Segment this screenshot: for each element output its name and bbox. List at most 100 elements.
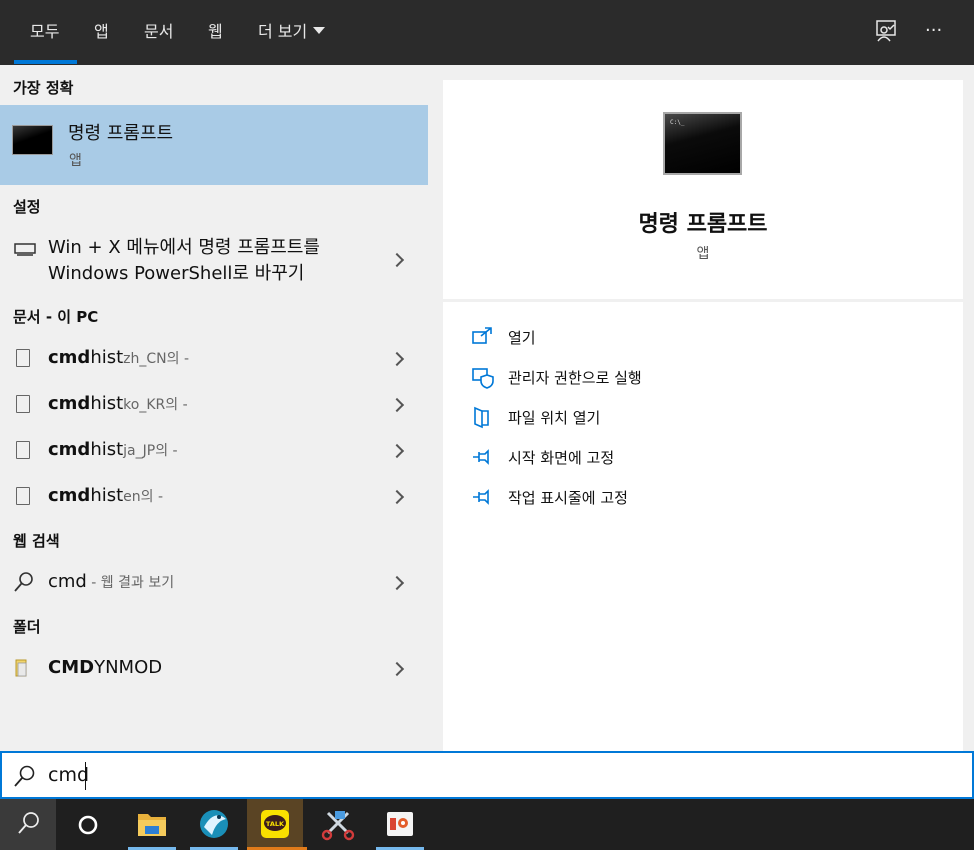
open-icon (472, 327, 492, 344)
chevron-right-icon[interactable] (389, 443, 405, 459)
snipping-tool-icon (321, 811, 355, 841)
best-match-subtitle: 앱 (69, 153, 82, 169)
app-subtitle: 앱 (696, 246, 710, 262)
document-icon (16, 487, 30, 505)
results-pane: 가장 정확 명령 프롬프트 앱 설정 Win + X 메뉴에서 명령 프롬프트를… (0, 65, 428, 751)
settings-item-label: Win + X 메뉴에서 명령 프롬프트를 Windows PowerShell… (48, 235, 320, 287)
folder-name-rest: YNMOD (94, 657, 163, 678)
folder-label: CMDYNMOD (48, 657, 162, 678)
chevron-right-icon[interactable] (389, 397, 405, 413)
folder-icon (15, 658, 29, 682)
settings-item-line1: Win + X 메뉴에서 명령 프롬프트를 (48, 237, 320, 258)
document-location: zh_CN의 - (123, 351, 190, 367)
chevron-right-icon[interactable] (389, 489, 405, 505)
display-settings-icon (14, 242, 36, 261)
taskbar-photos-app[interactable] (372, 799, 428, 850)
documents-header: 문서 - 이 PC (13, 308, 99, 326)
best-match-header: 가장 정확 (13, 79, 74, 97)
settings-item[interactable]: Win + X 메뉴에서 명령 프롬프트를 Windows PowerShell… (0, 231, 428, 289)
document-match-text: cmd (48, 439, 91, 460)
document-match-text: cmd (48, 485, 91, 506)
photos-app-icon (387, 812, 413, 836)
tab-all[interactable]: 모두 (30, 20, 59, 44)
document-item[interactable]: cmdhistja_JP의 - (0, 433, 428, 467)
best-match-title: 명령 프롬프트 (68, 123, 174, 144)
action-label: 시작 화면에 고정 (508, 449, 615, 467)
document-name-rest: hist (90, 347, 124, 368)
command-prompt-icon (12, 125, 53, 155)
action-label: 열기 (508, 329, 536, 347)
command-prompt-icon: C:\_ (663, 112, 742, 175)
action-label: 작업 표시줄에 고정 (508, 489, 628, 507)
web-search-suffix: - 웹 결과 보기 (86, 575, 175, 591)
feedback-icon[interactable] (873, 18, 899, 44)
search-filter-bar: 모두 앱 문서 웹 더 보기 ··· (0, 0, 974, 65)
document-match-text: cmd (48, 393, 91, 414)
tab-documents[interactable]: 문서 (144, 20, 173, 44)
settings-item-line2: Windows PowerShell로 바꾸기 (48, 263, 305, 284)
document-label: cmdhistko_KR의 - (48, 393, 188, 414)
taskbar-app[interactable] (186, 799, 242, 850)
document-icon (16, 349, 30, 367)
tab-more[interactable]: 더 보기 (258, 20, 326, 44)
cortana-icon (78, 815, 98, 835)
file-location-icon (474, 406, 489, 429)
pin-icon (473, 449, 489, 465)
taskbar-snipping-tool[interactable] (310, 799, 366, 850)
document-item[interactable]: cmdhistzh_CN의 - (0, 341, 428, 375)
chevron-right-icon[interactable] (389, 351, 405, 367)
document-item[interactable]: cmdhisten의 - (0, 479, 428, 513)
taskbar-search-button[interactable] (0, 799, 56, 850)
search-icon (18, 812, 39, 834)
app-icon (200, 810, 228, 838)
web-search-header: 웹 검색 (13, 532, 60, 550)
pin-icon (473, 489, 489, 505)
kakaotalk-icon: TALK (261, 810, 289, 838)
document-location: ja_JP의 - (123, 443, 178, 459)
taskbar-cortana-button[interactable] (60, 799, 116, 850)
taskbar: TALK (0, 799, 974, 850)
admin-shield-icon (472, 368, 494, 389)
tab-more-label: 더 보기 (258, 22, 308, 41)
web-search-label: cmd - 웹 결과 보기 (48, 571, 174, 592)
document-match-text: cmd (48, 347, 91, 368)
chevron-right-icon[interactable] (389, 575, 405, 591)
chevron-right-icon[interactable] (389, 661, 405, 677)
search-icon (12, 570, 36, 598)
taskbar-kakaotalk[interactable]: TALK (247, 799, 307, 850)
text-cursor (85, 762, 86, 790)
best-match-item[interactable]: 명령 프롬프트 앱 (0, 105, 428, 185)
svg-text:C:\_: C:\_ (670, 119, 685, 126)
active-tab-indicator (14, 60, 77, 64)
chevron-right-icon[interactable] (389, 252, 405, 268)
search-input[interactable]: cmd (48, 764, 89, 786)
document-icon (16, 441, 30, 459)
more-options-icon[interactable]: ··· (925, 18, 951, 44)
search-box[interactable]: cmd (0, 751, 974, 799)
web-search-query: cmd (48, 571, 87, 592)
action-label: 관리자 권한으로 실행 (508, 369, 642, 387)
document-label: cmdhistzh_CN의 - (48, 347, 189, 368)
taskbar-file-explorer[interactable] (124, 799, 180, 850)
document-item[interactable]: cmdhistko_KR의 - (0, 387, 428, 421)
document-label: cmdhisten의 - (48, 485, 163, 506)
folder-match-text: CMD (48, 657, 95, 678)
tab-apps[interactable]: 앱 (94, 20, 109, 44)
document-location: ko_KR의 - (123, 397, 188, 413)
action-label: 파일 위치 열기 (508, 409, 601, 427)
document-icon (16, 395, 30, 413)
document-name-rest: hist (90, 485, 124, 506)
kakaotalk-logo-text: TALK (266, 820, 285, 828)
app-title: 명령 프롬프트 (638, 212, 768, 237)
search-icon (12, 763, 38, 793)
file-explorer-icon (138, 814, 166, 836)
folders-header: 폴더 (13, 618, 41, 636)
web-search-item[interactable]: cmd - 웹 결과 보기 (0, 565, 428, 599)
settings-header: 설정 (13, 198, 41, 216)
document-location: en의 - (123, 489, 164, 505)
tab-web[interactable]: 웹 (208, 20, 223, 44)
document-label: cmdhistja_JP의 - (48, 439, 178, 460)
document-name-rest: hist (90, 439, 124, 460)
folder-item[interactable]: CMDYNMOD (0, 651, 428, 685)
chevron-down-icon (313, 27, 326, 34)
